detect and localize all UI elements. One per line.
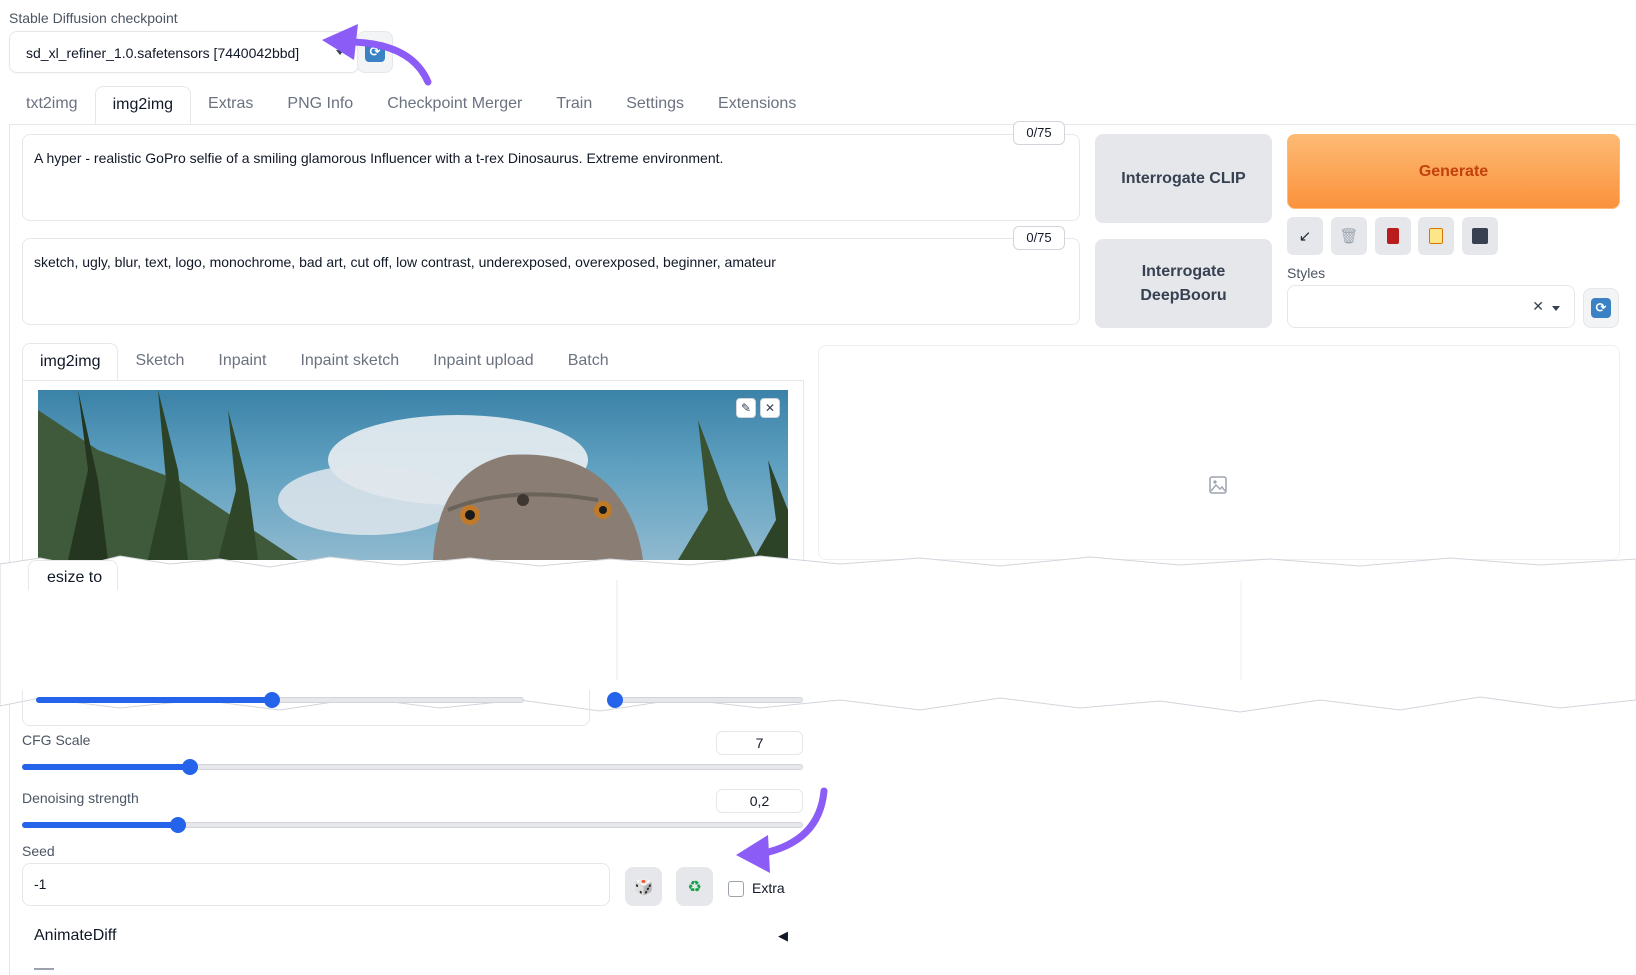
tab-extensions[interactable]: Extensions <box>701 86 813 124</box>
tab-png-info[interactable]: PNG Info <box>270 86 370 124</box>
dice-icon: 🎲 <box>633 878 654 896</box>
seed-input[interactable]: -1 <box>22 863 610 906</box>
clear-icon[interactable]: ✕ <box>1532 298 1544 315</box>
subtab-inpaint-sketch[interactable]: Inpaint sketch <box>283 343 416 381</box>
chevron-down-icon <box>1552 306 1560 311</box>
arrow-tool-button[interactable]: ↙ <box>1287 217 1323 255</box>
save-icon <box>1472 228 1488 244</box>
batch-slider-track[interactable] <box>608 697 803 703</box>
collapse-arrow-icon[interactable]: ◀ <box>778 928 788 944</box>
subtab-sketch[interactable]: Sketch <box>118 343 201 381</box>
img2img-sub-tabs: img2img Sketch Inpaint Inpaint sketch In… <box>22 343 626 381</box>
trash-tool-button[interactable]: 🗑 <box>1331 217 1367 255</box>
checkpoint-label: Stable Diffusion checkpoint <box>9 10 178 26</box>
tab-settings[interactable]: Settings <box>609 86 701 124</box>
subtab-inpaint[interactable]: Inpaint <box>201 343 283 381</box>
styles-dropdown[interactable]: ✕ <box>1287 285 1575 328</box>
cfg-scale-slider-fill <box>22 764 190 770</box>
denoising-slider-fill <box>22 822 178 828</box>
subtab-inpaint-upload[interactable]: Inpaint upload <box>416 343 551 381</box>
next-section-edge <box>34 968 54 970</box>
annotation-arrow-icon <box>736 787 828 873</box>
denoising-slider-thumb[interactable] <box>170 817 186 833</box>
recycle-icon: ♻ <box>687 878 702 896</box>
input-image[interactable]: ✎ ✕ <box>38 390 788 560</box>
size-slider-group <box>22 690 590 726</box>
prompt-textarea[interactable]: A hyper - realistic GoPro selfie of a sm… <box>22 134 1080 221</box>
output-gallery <box>818 345 1620 560</box>
edit-icon[interactable]: ✎ <box>736 398 756 418</box>
denoising-strength-label: Denoising strength <box>22 790 139 806</box>
cfg-scale-slider-thumb[interactable] <box>182 759 198 775</box>
width-slider-thumb[interactable] <box>264 692 280 708</box>
refresh-icon: ⟳ <box>1591 298 1611 318</box>
main-tabs: txt2img img2img Extras PNG Info Checkpoi… <box>9 86 813 124</box>
card-tool-button[interactable] <box>1375 217 1411 255</box>
extra-label: Extra <box>752 880 785 896</box>
prompt-token-counter: 0/75 <box>1013 121 1065 145</box>
input-image-graphic <box>38 390 788 560</box>
interrogate-deepbooru-button[interactable]: Interrogate DeepBooru <box>1095 239 1272 328</box>
trash-icon: 🗑 <box>1339 228 1359 245</box>
subtab-img2img[interactable]: img2img <box>22 343 119 381</box>
save-tool-button[interactable] <box>1462 217 1498 255</box>
reuse-seed-button[interactable]: ♻ <box>676 867 713 906</box>
card-icon <box>1387 228 1399 244</box>
width-slider-fill <box>36 697 272 703</box>
checkpoint-value: sd_xl_refiner_1.0.safetensors [7440042bb… <box>26 45 300 61</box>
tab-txt2img[interactable]: txt2img <box>9 86 95 124</box>
image-placeholder-icon <box>1209 476 1227 494</box>
extra-checkbox[interactable] <box>728 881 744 897</box>
generate-button[interactable]: Generate <box>1287 134 1620 209</box>
styles-label: Styles <box>1287 265 1326 281</box>
arrow-icon: ↙ <box>1298 228 1312 245</box>
interrogate-clip-button[interactable]: Interrogate CLIP <box>1095 134 1272 223</box>
tab-train[interactable]: Train <box>539 86 609 124</box>
styles-refresh-button[interactable]: ⟳ <box>1583 288 1619 328</box>
seed-label: Seed <box>22 843 55 859</box>
tab-checkpoint-merger[interactable]: Checkpoint Merger <box>370 86 539 124</box>
negative-prompt-token-counter: 0/75 <box>1013 226 1065 250</box>
cfg-scale-input[interactable]: 7 <box>716 731 803 755</box>
annotation-arrow-icon <box>322 24 432 86</box>
random-seed-button[interactable]: 🎲 <box>625 867 662 906</box>
subtab-batch[interactable]: Batch <box>551 343 626 381</box>
clipboard-icon <box>1429 228 1443 244</box>
close-icon[interactable]: ✕ <box>760 398 780 418</box>
tab-extras[interactable]: Extras <box>191 86 270 124</box>
resize-tab-partial[interactable]: esize to <box>28 560 118 590</box>
animatediff-accordion-label[interactable]: AnimateDiff <box>34 927 116 945</box>
batch-slider-thumb[interactable] <box>607 692 623 708</box>
negative-prompt-textarea[interactable]: sketch, ugly, blur, text, logo, monochro… <box>22 238 1080 325</box>
tab-img2img[interactable]: img2img <box>94 86 192 124</box>
clipboard-tool-button[interactable] <box>1418 217 1454 255</box>
cfg-scale-label: CFG Scale <box>22 732 91 748</box>
